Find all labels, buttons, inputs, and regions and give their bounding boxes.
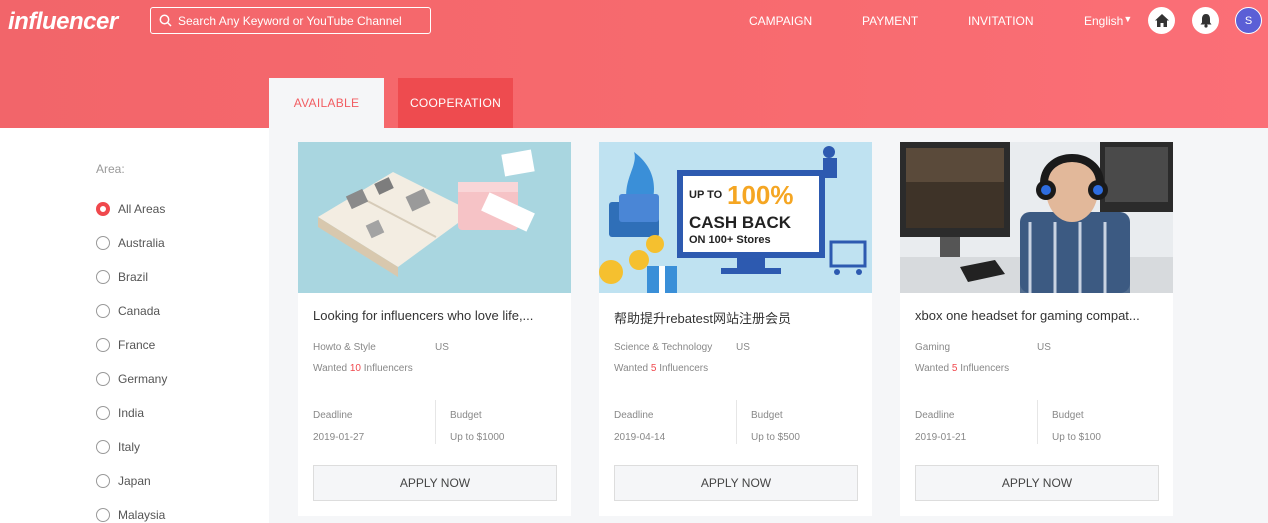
search-input[interactable]: Search Any Keyword or YouTube Channel xyxy=(150,7,431,34)
area-option-label: Brazil xyxy=(118,270,149,284)
wanted-influencers: Wanted 10 Influencers xyxy=(313,363,413,374)
campaign-category: Science & Technology xyxy=(614,342,713,353)
campaign-image-cashback: UP TO 100% CASH BACK ON 100+ Stores xyxy=(599,142,872,293)
home-icon xyxy=(1154,14,1169,27)
search-icon xyxy=(159,14,172,27)
wanted-count: 10 xyxy=(349,363,361,374)
deadline-value: 2019-01-27 xyxy=(313,432,365,443)
home-button[interactable] xyxy=(1148,7,1175,34)
area-option-brazil[interactable]: Brazil xyxy=(96,270,148,284)
campaign-country: US xyxy=(435,342,449,353)
tab-cooperation[interactable]: COOPERATION xyxy=(398,78,513,128)
wanted-influencers: Wanted 5 Influencers xyxy=(614,363,708,374)
wanted-suffix: Influencers xyxy=(957,363,1010,374)
bell-icon xyxy=(1200,14,1211,28)
area-option-india[interactable]: India xyxy=(96,406,144,420)
area-option-label: India xyxy=(118,406,145,420)
banner-cash-back: CASH BACK xyxy=(689,213,792,232)
radio-icon xyxy=(96,508,110,522)
wanted-prefix: Wanted xyxy=(915,363,952,374)
banner-percent: 100% xyxy=(727,180,794,210)
area-option-france[interactable]: France xyxy=(96,338,155,352)
area-option-label: Malaysia xyxy=(118,508,166,522)
campaign-image-notebook xyxy=(298,142,571,293)
divider xyxy=(1037,400,1038,444)
campaign-card[interactable]: xbox one headset for gaming compat... Ga… xyxy=(900,142,1173,516)
campaign-title[interactable]: xbox one headset for gaming compat... xyxy=(915,308,1163,323)
radio-icon xyxy=(96,372,110,386)
divider xyxy=(736,400,737,444)
area-option-all[interactable]: All Areas xyxy=(96,202,165,216)
area-option-australia[interactable]: Australia xyxy=(96,236,165,250)
area-option-italy[interactable]: Italy xyxy=(96,440,140,454)
apply-now-button[interactable]: APPLY NOW xyxy=(915,465,1159,501)
campaign-image-gaming xyxy=(900,142,1173,293)
radio-icon xyxy=(96,474,110,488)
budget-label: Budget xyxy=(751,410,783,421)
banner-up-to: UP TO xyxy=(689,189,723,201)
budget-value: Up to $1000 xyxy=(450,432,505,443)
apply-now-button[interactable]: APPLY NOW xyxy=(614,465,858,501)
campaign-country: US xyxy=(736,342,750,353)
area-option-label: All Areas xyxy=(118,202,166,216)
area-option-label: Canada xyxy=(118,304,161,318)
area-label: Area: xyxy=(96,162,125,176)
campaign-title[interactable]: Looking for influencers who love life,..… xyxy=(313,308,561,323)
area-option-label: Australia xyxy=(118,236,165,250)
radio-icon xyxy=(96,406,110,420)
budget-value: Up to $500 xyxy=(751,432,800,443)
divider xyxy=(435,400,436,444)
area-option-label: France xyxy=(118,338,156,352)
area-option-canada[interactable]: Canada xyxy=(96,304,160,318)
language-selector[interactable]: English▼ xyxy=(1084,14,1132,28)
deadline-value: 2019-01-21 xyxy=(915,432,967,443)
search-placeholder: Search Any Keyword or YouTube Channel xyxy=(178,13,402,28)
area-option-germany[interactable]: Germany xyxy=(96,372,167,386)
radio-checked-icon xyxy=(96,202,110,216)
logo[interactable]: influencer xyxy=(8,8,118,36)
budget-value: Up to $100 xyxy=(1052,432,1101,443)
budget-label: Budget xyxy=(1052,410,1084,421)
notifications-button[interactable] xyxy=(1192,7,1219,34)
nav-campaign[interactable]: CAMPAIGN xyxy=(749,14,812,28)
campaign-card[interactable]: UP TO 100% CASH BACK ON 100+ Stores 帮助提升… xyxy=(599,142,872,516)
logo-text: influencer xyxy=(8,8,118,35)
apply-now-button[interactable]: APPLY NOW xyxy=(313,465,557,501)
nav-invitation[interactable]: INVITATION xyxy=(968,14,1034,28)
radio-icon xyxy=(96,338,110,352)
radio-icon xyxy=(96,236,110,250)
wanted-suffix: Influencers xyxy=(361,363,413,374)
radio-icon xyxy=(96,440,110,454)
tab-available[interactable]: AVAILABLE xyxy=(269,78,384,128)
wanted-suffix: Influencers xyxy=(656,363,709,374)
budget-label: Budget xyxy=(450,410,482,421)
wanted-prefix: Wanted xyxy=(614,363,651,374)
deadline-label: Deadline xyxy=(915,410,955,421)
area-option-label: Germany xyxy=(118,372,168,386)
area-option-label: Japan xyxy=(118,474,151,488)
banner-stores: ON 100+ Stores xyxy=(689,234,771,246)
radio-icon xyxy=(96,304,110,318)
wanted-influencers: Wanted 5 Influencers xyxy=(915,363,1009,374)
area-option-japan[interactable]: Japan xyxy=(96,474,151,488)
campaign-card[interactable]: Looking for influencers who love life,..… xyxy=(298,142,571,516)
campaign-category: Gaming xyxy=(915,342,951,353)
deadline-label: Deadline xyxy=(313,410,353,421)
deadline-value: 2019-04-14 xyxy=(614,432,666,443)
area-option-malaysia[interactable]: Malaysia xyxy=(96,508,165,522)
nav-payment[interactable]: PAYMENT xyxy=(862,14,918,28)
wanted-prefix: Wanted xyxy=(313,363,350,374)
caret-down-icon: ▼ xyxy=(1123,14,1133,24)
campaign-country: US xyxy=(1037,342,1051,353)
radio-icon xyxy=(96,270,110,284)
avatar[interactable]: S xyxy=(1235,7,1262,34)
deadline-label: Deadline xyxy=(614,410,654,421)
avatar-initial: S xyxy=(1244,14,1253,27)
area-filter-sidebar: Area: All Areas Australia Brazil Canada … xyxy=(0,128,269,523)
language-label: English xyxy=(1084,14,1124,28)
top-navigation: influencer Search Any Keyword or YouTube… xyxy=(0,0,1268,42)
campaign-category: Howto & Style xyxy=(313,342,376,353)
campaign-title[interactable]: 帮助提升rebatest网站注册会员 xyxy=(614,308,862,327)
area-option-label: Italy xyxy=(118,440,141,454)
